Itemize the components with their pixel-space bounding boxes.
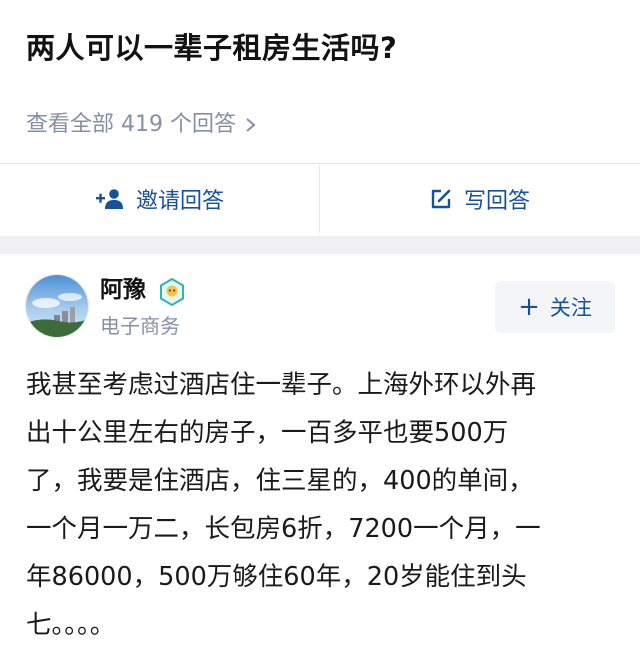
follow-label: 关注 <box>549 296 592 320</box>
invite-answer-button[interactable]: 邀请回答 <box>0 165 320 233</box>
action-divider <box>319 165 320 233</box>
write-answer-label: 写回答 <box>463 189 530 214</box>
question-title[interactable]: 两人可以一辈子租房生活吗? <box>26 24 397 72</box>
author-avatar[interactable] <box>25 274 89 338</box>
verified-badge-icon <box>160 278 184 306</box>
answer-line: 七。。。。 <box>26 610 116 640</box>
author-bio: 电子商务 <box>100 314 180 338</box>
add-person-icon <box>95 189 123 209</box>
author-name[interactable]: 阿豫 <box>100 272 146 308</box>
avatar-image <box>26 275 88 337</box>
view-all-label: 查看全部 419 个回答 <box>26 112 236 137</box>
answer-page: 两人可以一辈子租房生活吗? 查看全部 419 个回答 邀请回答 写回答 阿豫 电… <box>0 0 640 651</box>
follow-button[interactable]: + 关注 <box>495 281 615 333</box>
answer-content[interactable]: 我甚至考虑过酒店住一辈子。上海外环以外再 出十公里左右的房子，一百多平也要500… <box>26 361 626 649</box>
chevron-right-icon <box>246 118 256 132</box>
action-bar: 邀请回答 写回答 <box>0 165 640 233</box>
divider <box>0 163 640 164</box>
answer-line: 了，我要是住酒店，住三星的，400的单间， <box>26 466 534 496</box>
invite-answer-label: 邀请回答 <box>135 189 224 214</box>
answer-line: 我甚至考虑过酒店住一辈子。上海外环以外再 <box>26 370 537 400</box>
section-separator <box>0 236 640 254</box>
write-answer-button[interactable]: 写回答 <box>320 165 640 233</box>
answer-line: 一个月一万二，长包房6折，7200一个月，一 <box>26 514 541 544</box>
answer-line: 出十公里左右的房子，一百多平也要500万 <box>26 418 509 448</box>
plus-icon: + <box>518 292 540 322</box>
pencil-square-icon <box>431 189 451 209</box>
view-all-answers-link[interactable]: 查看全部 419 个回答 <box>26 108 258 142</box>
answer-line: 年86000，500万够住60年，20岁能住到头 <box>26 562 527 592</box>
